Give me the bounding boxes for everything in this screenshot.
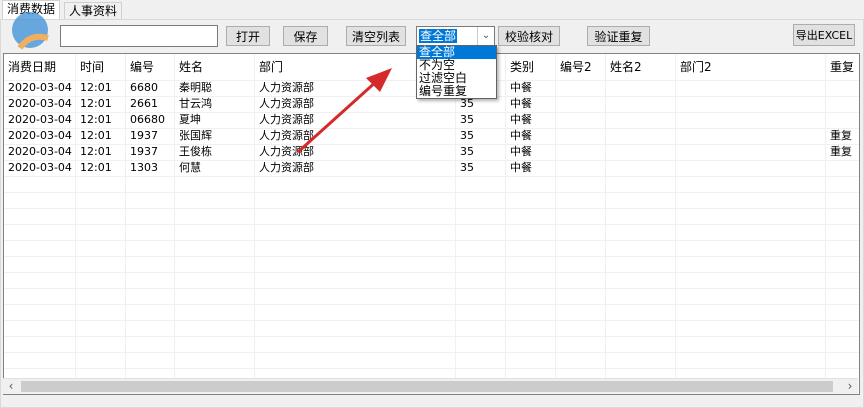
filter-dropdown-list: 查全部 不为空 过滤空白 编号重复 (416, 45, 497, 99)
filter-option-duplicate-id[interactable]: 编号重复 (417, 85, 496, 98)
